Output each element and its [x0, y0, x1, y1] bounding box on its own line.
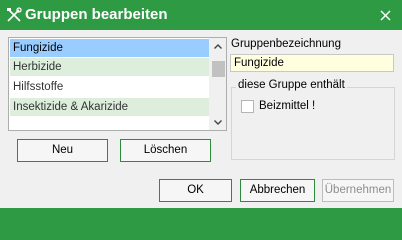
close-icon — [379, 9, 391, 21]
pesticide-label[interactable]: Beizmittel ! — [259, 100, 315, 112]
close-button[interactable] — [368, 0, 402, 30]
list-scrollbar[interactable] — [209, 38, 226, 130]
crossed-tools-icon — [7, 7, 22, 22]
contains-groupbox — [231, 87, 395, 160]
scroll-thumb[interactable] — [212, 61, 225, 77]
window-title: Gruppen bearbeiten — [25, 6, 168, 23]
chevron-down-icon — [214, 119, 222, 125]
dialog-window: Gruppen bearbeiten Fungizide Herbizide H… — [0, 0, 402, 208]
list-item-herbizide[interactable]: Herbizide — [10, 58, 209, 76]
list-item-fungizide[interactable]: Fungizide — [10, 39, 209, 57]
apply-button[interactable]: Übernehmen — [322, 179, 394, 202]
list-item-insektizide[interactable]: Insektizide & Akarizide — [10, 98, 209, 116]
list-item-hilfsstoffe[interactable]: Hilfsstoffe — [10, 78, 209, 96]
new-button[interactable]: Neu — [17, 139, 108, 162]
ok-button[interactable]: OK — [159, 179, 232, 202]
delete-button[interactable]: Löschen — [120, 139, 211, 162]
pesticide-checkbox[interactable] — [241, 100, 254, 113]
title-bar[interactable]: Gruppen bearbeiten — [0, 0, 402, 30]
name-label: Gruppenbezeichnung — [231, 38, 341, 50]
contains-legend: diese Gruppe enthält — [236, 79, 347, 91]
chevron-up-icon — [214, 43, 222, 49]
scroll-up-button[interactable] — [210, 38, 226, 54]
group-name-input[interactable]: Fungizide — [230, 54, 394, 72]
group-list[interactable]: Fungizide Herbizide Hilfsstoffe Insektiz… — [8, 37, 227, 131]
cancel-button[interactable]: Abbrechen — [240, 179, 315, 202]
dialog-body: Fungizide Herbizide Hilfsstoffe Insektiz… — [1, 30, 401, 207]
scroll-down-button[interactable] — [210, 114, 226, 130]
